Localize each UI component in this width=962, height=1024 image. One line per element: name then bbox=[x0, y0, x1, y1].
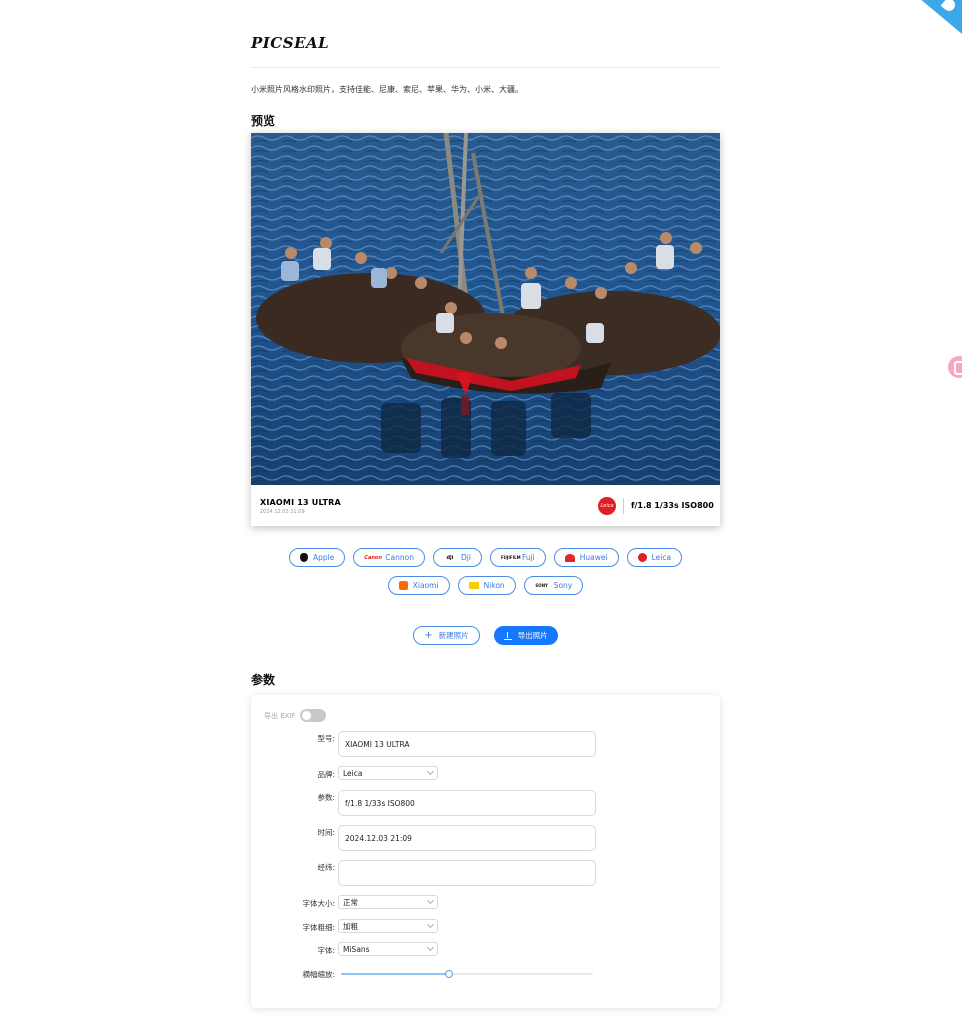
scale-slider-handle[interactable] bbox=[445, 970, 453, 978]
sony-icon: SONY bbox=[535, 582, 548, 588]
font-weight-select[interactable]: 加粗 bbox=[338, 919, 438, 933]
preview-photo bbox=[251, 133, 720, 485]
watermark-model: XIAOMI 13 ULTRA bbox=[260, 498, 341, 507]
canon-icon: Canon bbox=[364, 554, 382, 561]
brand-button-sony[interactable]: SONY Sony bbox=[523, 576, 584, 595]
coords-label: 经纬: bbox=[317, 863, 335, 872]
dji-icon: dji bbox=[446, 554, 454, 561]
font-weight-value: 加粗 bbox=[343, 921, 358, 931]
brand-button-leica[interactable]: Leica bbox=[626, 548, 683, 567]
font-size-value: 正常 bbox=[343, 897, 358, 907]
leica-icon bbox=[637, 553, 647, 562]
chevron-down-icon bbox=[426, 920, 435, 929]
params-card: 导出 EXIF 型号: XIAOMI 13 ULTRA 品牌: Leica 参数… bbox=[251, 695, 720, 1008]
brand-label: Apple bbox=[312, 553, 335, 562]
chevron-down-icon bbox=[426, 896, 435, 905]
model-label: 型号: bbox=[317, 734, 335, 743]
brand-select-value: Leica bbox=[343, 768, 363, 778]
brand-label: Fuji bbox=[521, 553, 535, 562]
brand-button-nikon[interactable]: Nikon bbox=[457, 576, 516, 595]
brand-label: Nikon bbox=[483, 581, 505, 590]
new-photo-label: 新建照片 bbox=[438, 631, 469, 640]
brand-row-1: Apple Canon Cannon dji Dji FUJIFILM Fuji… bbox=[251, 548, 720, 567]
watermark-date: 2024.12.03 21:09 bbox=[260, 509, 305, 515]
nikon-icon bbox=[468, 582, 479, 589]
brand-button-fuji[interactable]: FUJIFILM Fuji bbox=[489, 548, 546, 567]
download-icon bbox=[503, 631, 512, 640]
plus-icon: + bbox=[424, 629, 433, 641]
exif-label: 导出 EXIF bbox=[264, 711, 296, 720]
exif-row: 导出 EXIF bbox=[264, 709, 326, 722]
brand-label: Sony bbox=[553, 581, 573, 590]
watermark-separator bbox=[623, 498, 624, 514]
font-size-label: 字体大小: bbox=[302, 899, 335, 908]
time-input[interactable]: 2024.12.03 21:09 bbox=[338, 825, 596, 851]
leica-logo-icon: Leica bbox=[598, 497, 616, 515]
chevron-down-icon bbox=[426, 767, 435, 776]
watermark-params: f/1.8 1/33s ISO800 bbox=[631, 501, 714, 510]
scale-label: 横幅缩放: bbox=[302, 970, 335, 979]
chevron-down-icon bbox=[426, 943, 435, 952]
time-label: 时间: bbox=[317, 828, 335, 837]
params-input[interactable]: f/1.8 1/33s ISO800 bbox=[338, 790, 596, 816]
brand-button-cannon[interactable]: Canon Cannon bbox=[353, 548, 425, 567]
apple-icon bbox=[299, 553, 308, 562]
brand-button-huawei[interactable]: Huawei bbox=[553, 548, 619, 567]
brand-row-2: Xiaomi Nikon SONY Sony bbox=[251, 576, 720, 595]
fuji-icon: FUJIFILM bbox=[500, 554, 521, 560]
brand-label: 品牌: bbox=[317, 770, 335, 779]
huawei-icon bbox=[564, 553, 575, 562]
brand-label: Cannon bbox=[385, 553, 414, 562]
preview-card: XIAOMI 13 ULTRA 2024.12.03 21:09 Leica f… bbox=[251, 133, 720, 526]
font-select[interactable]: MiSans bbox=[338, 942, 438, 956]
github-corner-icon[interactable] bbox=[912, 0, 962, 40]
brand-button-xiaomi[interactable]: Xiaomi bbox=[387, 576, 450, 595]
brand-select[interactable]: Leica bbox=[338, 766, 438, 780]
app-logo: PICSEAL bbox=[251, 34, 330, 52]
preview-title: 预览 bbox=[251, 114, 276, 128]
params-label: 参数: bbox=[317, 793, 335, 802]
scale-slider-fill bbox=[341, 973, 449, 975]
params-title: 参数 bbox=[251, 673, 276, 687]
brand-label: Dji bbox=[460, 553, 471, 562]
coords-input[interactable] bbox=[338, 860, 596, 886]
action-buttons: + 新建照片 导出照片 bbox=[251, 626, 720, 645]
divider bbox=[251, 67, 720, 68]
floating-helper-icon[interactable] bbox=[948, 356, 962, 378]
model-input[interactable]: XIAOMI 13 ULTRA bbox=[338, 731, 596, 757]
export-photo-label: 导出照片 bbox=[517, 631, 548, 640]
export-photo-button[interactable]: 导出照片 bbox=[493, 626, 558, 645]
font-value: MiSans bbox=[343, 944, 370, 954]
brand-button-dji[interactable]: dji Dji bbox=[432, 548, 482, 567]
font-weight-label: 字体粗细: bbox=[302, 923, 335, 932]
brand-label: Leica bbox=[651, 553, 672, 562]
exif-toggle[interactable] bbox=[299, 709, 326, 722]
brand-label: Huawei bbox=[579, 553, 608, 562]
xiaomi-icon bbox=[398, 581, 408, 590]
font-label: 字体: bbox=[317, 946, 335, 955]
scale-slider[interactable] bbox=[341, 970, 593, 978]
watermark-bar: XIAOMI 13 ULTRA 2024.12.03 21:09 Leica f… bbox=[251, 485, 720, 526]
brand-button-apple[interactable]: Apple bbox=[288, 548, 346, 567]
app-description: 小米照片风格水印照片，支持佳能、尼康、索尼、苹果、华为、小米、大疆。 bbox=[251, 85, 523, 94]
font-size-select[interactable]: 正常 bbox=[338, 895, 438, 909]
brand-label: Xiaomi bbox=[412, 581, 439, 590]
new-photo-button[interactable]: + 新建照片 bbox=[413, 626, 480, 645]
